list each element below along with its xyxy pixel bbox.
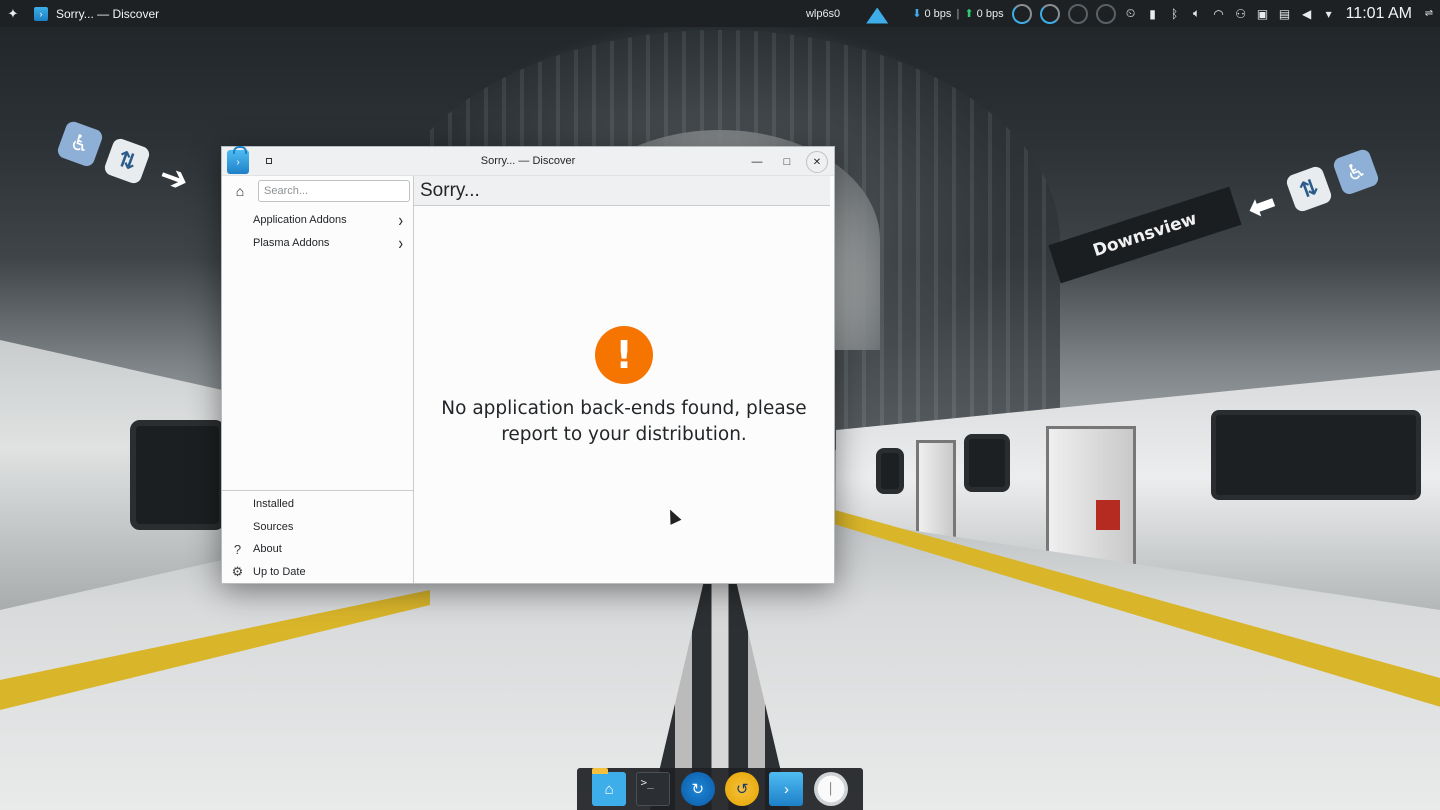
discover-window: › Sorry... — Discover — □ ✕ ⌂ Applicatio… (221, 146, 835, 584)
wallpaper-train-door (916, 440, 956, 540)
sidebar-item-up-to-date[interactable]: ⚙ Up to Date (222, 561, 413, 584)
wallpaper-access-signs-right: ⬅ ⇅ ♿ (1238, 147, 1381, 231)
mouse-cursor-icon (664, 507, 682, 525)
arrow-right-icon: ➔ (154, 155, 194, 201)
upload-arrow-icon: ⬆ (964, 8, 974, 20)
wallpaper-train-door (1046, 426, 1136, 586)
main-content: Sorry... ! No application back-ends foun… (414, 176, 834, 583)
sidebar-bottom: Installed Sources ? About ⚙ Up to Date (222, 490, 413, 583)
sidebar: ⌂ Application Addons › Plasma Addons › I… (222, 176, 414, 583)
sidebar-item-plasma-addons[interactable]: Plasma Addons › (222, 231, 413, 254)
bluetooth-icon[interactable]: ᛒ (1166, 5, 1184, 23)
window-titlebar[interactable]: › Sorry... — Discover — □ ✕ (222, 146, 834, 176)
wifi-icon[interactable]: ◠ (1210, 5, 1228, 23)
error-message-block: ! No application back-ends found, please… (414, 326, 834, 448)
window-title: Sorry... — Discover (480, 155, 576, 167)
wheelchair-icon: ♿ (55, 119, 105, 169)
home-icon[interactable]: ⌂ (230, 181, 250, 201)
network-interface-label: wlp6s0 (805, 7, 841, 20)
clipboard-icon[interactable]: ⏲ (1122, 5, 1140, 23)
speed-separator: | (956, 8, 960, 20)
help-icon: ? (233, 541, 242, 557)
download-arrow-icon: ⬇ (912, 8, 922, 20)
wallpaper-train-window (876, 448, 904, 494)
disk-monitor-icon[interactable] (1095, 3, 1116, 24)
window-body: ⌂ Application Addons › Plasma Addons › I… (222, 176, 834, 583)
wallpaper-access-signs-left: ♿ ⇅ ➔ (55, 119, 199, 203)
network-speed: ⬇ 0 bps | ⬆ 0 bps (912, 7, 1003, 20)
clock-icon[interactable]: ᛁ (813, 772, 848, 806)
sidebar-item-label: Sources (253, 520, 294, 533)
minimize-button[interactable]: — (746, 151, 768, 173)
chevron-right-icon: › (398, 232, 403, 253)
notes-icon[interactable]: ▤ (1276, 5, 1294, 23)
close-button[interactable]: ✕ (806, 151, 828, 173)
sidebar-item-installed[interactable]: Installed (222, 493, 413, 516)
wallpaper-train-window (1211, 410, 1421, 500)
network-icon[interactable]: ⚇ (1232, 5, 1250, 23)
sidebar-item-label: Application Addons (253, 213, 347, 226)
network-graph (846, 4, 904, 24)
terminal-icon[interactable]: >_ (636, 772, 671, 806)
elevator-icon: ⇅ (102, 136, 152, 186)
error-message: No application back-ends found, please r… (441, 398, 807, 445)
application-launcher-icon[interactable]: ✦ (0, 0, 26, 27)
sidebar-item-sources[interactable]: Sources (222, 516, 413, 539)
warning-icon: ! (595, 326, 653, 384)
sidebar-item-label: Plasma Addons (253, 236, 330, 249)
elevator-icon: ⇅ (1284, 164, 1334, 214)
backup-icon[interactable]: ↺ (725, 772, 760, 806)
search-input[interactable] (258, 180, 410, 202)
update-icon[interactable]: ↻ (680, 772, 715, 806)
discover-task-icon[interactable]: › (34, 6, 48, 21)
wallpaper-train-left (0, 340, 240, 610)
home-folder-icon[interactable]: ⌂ (592, 768, 627, 806)
maximize-button[interactable]: □ (776, 151, 798, 173)
expand-tray-icon[interactable]: ▾ (1320, 5, 1338, 23)
sidebar-item-about[interactable]: ? About (222, 538, 413, 561)
swap-monitor-icon[interactable] (1067, 3, 1088, 24)
memory-monitor-icon[interactable] (1039, 3, 1060, 24)
sidebar-item-label: Up to Date (253, 565, 306, 578)
download-speed: 0 bps (924, 8, 952, 20)
wallpaper-platform-stripe (0, 590, 430, 710)
sidebar-item-application-addons[interactable]: Application Addons › (222, 208, 413, 231)
wallpaper-train-seat (1096, 500, 1120, 530)
upload-speed: 0 bps (976, 8, 1004, 20)
discover-icon[interactable]: › (769, 772, 804, 806)
chevron-right-icon: › (398, 209, 403, 230)
panel-clock[interactable]: 11:01 AM (1346, 5, 1412, 23)
wallpaper-station-sign: Downsview (1048, 186, 1242, 284)
wallpaper-train-window (964, 434, 1010, 492)
sidebar-item-label: About (253, 543, 282, 556)
sidebar-top: ⌂ (222, 176, 413, 206)
display-icon[interactable]: ▣ (1254, 5, 1272, 23)
sidebar-item-label: Installed (253, 498, 294, 511)
page-title: Sorry... (414, 176, 830, 206)
wheelchair-icon: ♿ (1331, 147, 1381, 197)
audio-icon[interactable]: ◀ (1298, 5, 1316, 23)
volume-icon[interactable]: 🔈︎ (1188, 5, 1206, 23)
top-panel: ✦ › Sorry... — Discover wlp6s0 ⬇ 0 bps |… (0, 0, 1440, 27)
window-controls: — □ ✕ (746, 151, 828, 173)
category-list: Application Addons › Plasma Addons › (222, 208, 413, 254)
wallpaper-train-window (130, 420, 225, 530)
dock: ⌂ >_ ↻ ↺ › ᛁ (577, 768, 863, 810)
cpu-monitor-icon[interactable] (1011, 3, 1032, 24)
arrow-left-icon: ⬅ (1242, 183, 1282, 229)
update-gear-icon: ⚙ (231, 563, 244, 579)
battery-icon[interactable]: ▮ (1144, 5, 1162, 23)
active-task-title[interactable]: Sorry... — Discover (56, 7, 159, 21)
panel-settings-icon[interactable]: ⇌ (1420, 5, 1438, 23)
